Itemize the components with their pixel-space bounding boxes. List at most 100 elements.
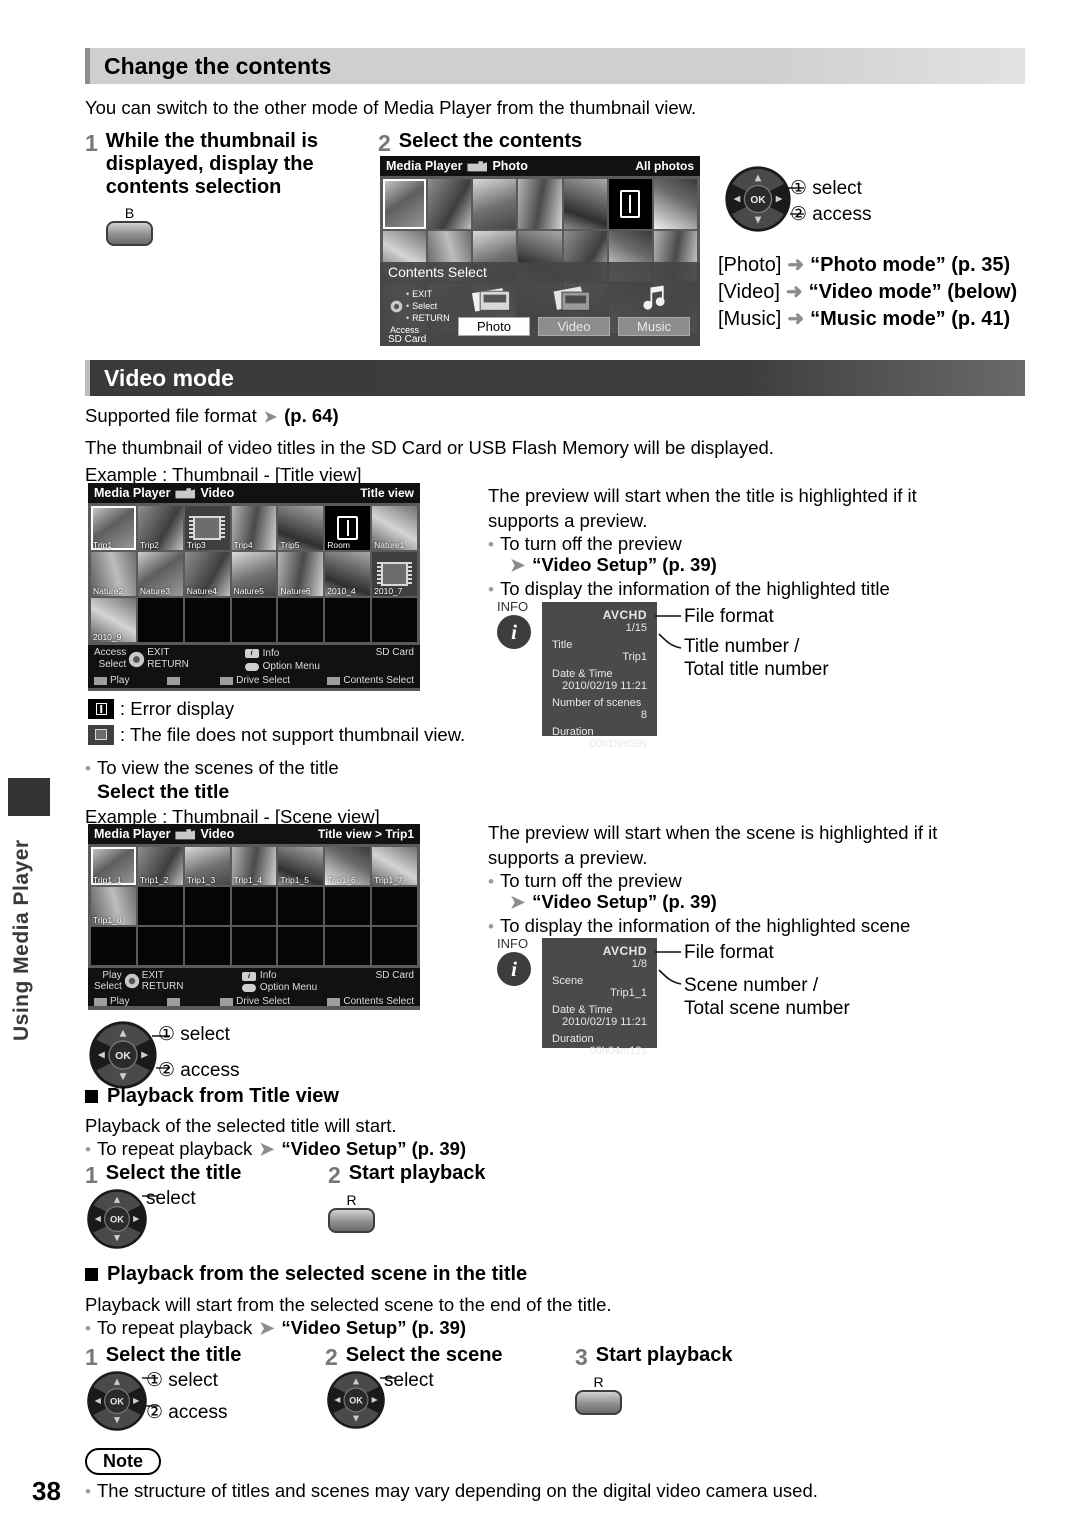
cursor-pad-5[interactable]: OK [326,1370,386,1430]
thumbnail-empty[interactable] [137,927,183,965]
scene-video-setup-link-text: “Video Setup” (p. 39) [532,891,717,912]
photo-thumb[interactable] [428,179,472,229]
thumbnail-no-preview[interactable]: 2010_7 [372,552,417,596]
contents-select-music[interactable]: Music [618,284,690,336]
title-thumbnail-grid[interactable]: Trip1 Trip2 Trip3 Trip4 Trip5 Room Nature1 Natu… [88,503,420,645]
thumbnail-item[interactable]: Trip1_7 [372,847,417,885]
thumbnail-empty[interactable] [372,598,417,642]
thumbnail-empty[interactable] [372,927,417,965]
thumbnail-empty[interactable] [137,887,183,925]
thumbnail-item[interactable]: Nature1 [372,506,417,550]
thumbnail-item[interactable]: Trip1_4 [231,847,277,885]
thumbnail-empty[interactable] [231,927,277,965]
thumbnail-item[interactable]: Nature6 [278,552,324,596]
photo-thumb-error[interactable] [608,179,652,229]
thumbnail-item[interactable]: Trip4 [231,506,277,550]
photo-thumb[interactable] [563,179,607,229]
colorkey-drive-select[interactable]: Drive Select [220,675,290,686]
thumbnail-item[interactable]: Trip2 [137,506,183,550]
camera-icon [175,488,196,499]
photo-mode-screen: Media Player Photo All photos Contents S… [380,156,700,346]
thumbnail-item[interactable]: Trip1_6 [325,847,371,885]
thumbnail-error[interactable]: Room [325,506,371,550]
thumbnail-empty[interactable] [184,598,230,642]
remote-button-b-key[interactable] [106,221,153,246]
film-icon [376,561,413,587]
playback-scene-repeat-text: To repeat playback [97,1315,252,1341]
no-thumbnail-icon [88,724,114,745]
thumbnail-item[interactable]: Nature2 [91,552,136,596]
info-scene-label: INFO [497,936,529,951]
colorkey-blank[interactable] [166,996,183,1007]
thumbnail-item[interactable]: Trip1 [91,506,136,550]
thumbnail-empty[interactable] [278,927,324,965]
colorkey-play[interactable]: Play [94,675,129,686]
arrow-icon: ➤ [510,892,526,912]
info-scene-callout-number-1: Scene number / [684,975,819,996]
thumbnail-empty[interactable] [278,887,324,925]
thumbnail-item[interactable]: Nature3 [137,552,183,596]
title-preview-line-1: The preview will start when the title is… [488,485,917,506]
cursor-pad-2-access-label: ② access [158,1060,240,1081]
thumbnail-caption: Trip1_6 [327,875,356,885]
thumbnail-item[interactable]: Trip1_5 [278,847,324,885]
thumbnail-no-preview[interactable]: Trip3 [184,506,230,550]
thumbnail-item[interactable]: Trip1_8 [91,887,136,925]
scene-thumbnail-grid[interactable]: Trip1_1 Trip1_2 Trip1_3 Trip1_4 Trip1_5 Trip1… [88,844,420,968]
remote-button-r-1[interactable]: R [328,1192,375,1233]
remote-button-r-2-key[interactable] [575,1390,622,1415]
thumbnail-item[interactable]: Trip5 [278,506,324,550]
thumbnail-item[interactable]: Nature5 [231,552,277,596]
remote-button-r-1-key[interactable] [328,1208,375,1233]
photo-thumb[interactable] [518,179,562,229]
info-icon: i [497,615,531,649]
thumbnail-item[interactable]: 2010_9 [91,598,136,642]
colorkey-play[interactable]: Play [94,996,129,1007]
cursor-pad-1[interactable]: OK [724,165,792,233]
video-button-label[interactable]: Video [538,317,610,336]
contents-select-video[interactable]: Video [538,284,610,336]
thumbnail-empty[interactable] [184,887,230,925]
music-button-label[interactable]: Music [618,317,690,336]
remote-button-b[interactable]: B [106,205,153,246]
cursor-pad-2[interactable]: OK [88,1020,158,1090]
thumbnail-empty[interactable] [325,927,371,965]
svg-text:OK: OK [115,1050,131,1062]
thumbnail-empty[interactable] [325,598,371,642]
thumbnail-item[interactable]: 2010_4 [325,552,371,596]
playback-title-heading: Playback from Title view [85,1085,339,1108]
cursor-pad-1-access-label: ② access [790,204,872,225]
photo-thumb[interactable] [653,179,697,229]
note-text: The structure of titles and scenes may v… [97,1478,997,1504]
thumbnail-empty[interactable] [231,887,277,925]
thumbnail-empty[interactable] [372,887,417,925]
cursor-pad-3[interactable]: OK [86,1188,148,1250]
thumbnail-empty[interactable] [231,598,277,642]
colorkey-drive-select[interactable]: Drive Select [220,996,290,1007]
footer-select: Select [94,981,122,992]
thumbnail-item[interactable]: Nature4 [184,552,230,596]
colorkey-contents-select[interactable]: Contents Select [327,675,414,686]
playback-scene-line: Playback will start from the selected sc… [85,1294,612,1315]
note-badge: Note [85,1448,161,1475]
colorkey-contents-select[interactable]: Contents Select [327,996,414,1007]
thumbnail-empty[interactable] [184,927,230,965]
thumbnail-item[interactable]: Trip1_1 [91,847,136,885]
thumbnail-item[interactable]: Trip1_2 [137,847,183,885]
photo-thumb[interactable] [383,179,427,229]
step-1-line-1: While the thumbnail is [105,130,319,152]
colorkey-blank[interactable] [166,675,183,686]
thumbnail-empty[interactable] [137,598,183,642]
photo-button-label[interactable]: Photo [458,317,530,336]
contents-select-photo[interactable]: Photo [458,284,530,336]
thumbnail-item[interactable]: Trip1_3 [184,847,230,885]
cursor-pad-4[interactable]: OK [86,1370,148,1432]
photo-thumb[interactable] [473,179,517,229]
view-scenes-bullet: To view the scenes of the title [97,755,517,781]
remote-button-r-2[interactable]: R [575,1374,622,1415]
arrow-icon: ➤ [259,1139,275,1159]
thumbnail-empty[interactable] [325,887,371,925]
cursor-pad-5-select-label: select [384,1370,434,1391]
thumbnail-empty[interactable] [278,598,324,642]
thumbnail-empty[interactable] [91,927,136,965]
